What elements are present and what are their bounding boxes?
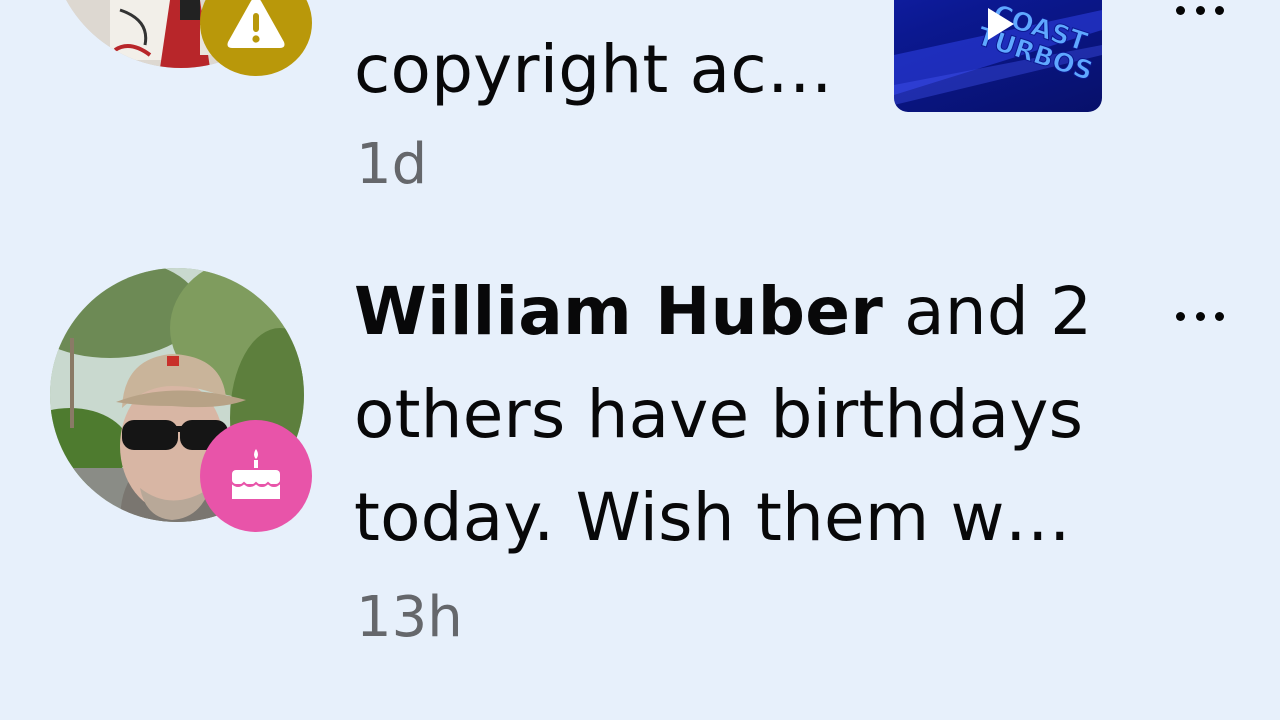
notification-time: 13h [356,585,463,650]
birthday-badge [200,420,312,532]
notification-thumbnail[interactable]: COAST TURBOS [894,0,1102,112]
more-icon-dot [1195,5,1205,15]
warning-badge [200,0,312,76]
more-icon-dot [1176,5,1185,15]
more-icon-dot [1215,311,1224,321]
more-icon-dot [1215,5,1224,15]
cake-icon [231,449,281,499]
more-icon-dot [1195,311,1205,321]
thumbnail-image: COAST TURBOS [894,0,1102,105]
more-icon-dot [1176,311,1185,321]
user-name[interactable]: William Huber [354,273,883,350]
notification-text: copyright ac… [354,18,874,121]
notification-time: 1d [356,132,428,197]
more-options-button[interactable] [1168,0,1232,30]
notification-text: William Huber and 2 others have birthday… [354,260,1144,569]
notification-item[interactable]: William Huber and 2 others have birthday… [0,230,1280,670]
notification-text-content: copyright ac… [354,31,834,108]
notification-item[interactable]: copyright ac… 1d COAST TURBOS [0,0,1280,210]
warning-icon [227,0,285,48]
more-options-button[interactable] [1168,296,1232,336]
